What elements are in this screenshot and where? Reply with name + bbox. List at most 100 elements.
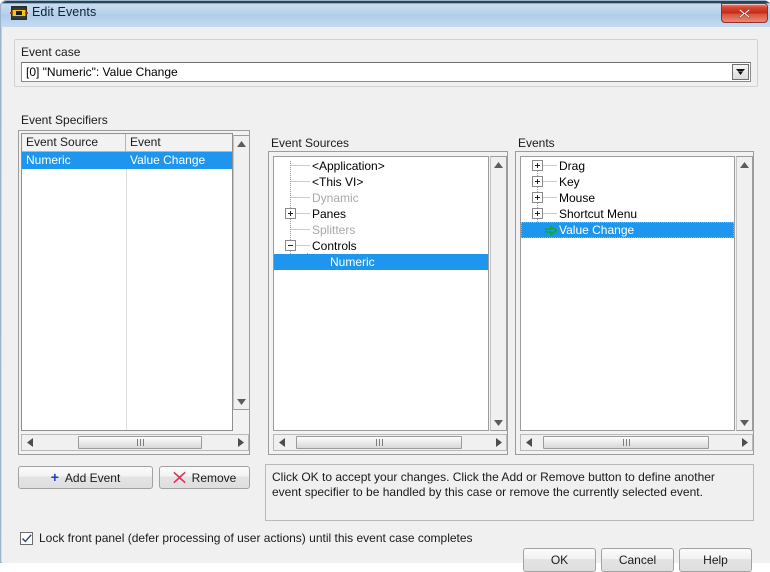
cell-event: Value Change [130,153,206,167]
event-sources-tree[interactable]: <Application> <This VI> Dynamic Panes Sp… [273,156,489,431]
scroll-thumb[interactable] [543,436,709,449]
tree-node-label: <This VI> [312,175,364,189]
events-vertical-scrollbar[interactable] [736,156,753,431]
triangle-left-icon [278,438,285,447]
triangle-right-icon [741,438,748,447]
dialog-body: Event case [0] "Numeric": Value Change E… [2,27,770,572]
cancel-button[interactable]: Cancel [601,548,674,572]
event-sources-vertical-scrollbar[interactable] [490,156,507,431]
tree-node-label: Mouse [559,191,596,205]
help-button[interactable]: Help [679,548,752,572]
tree-node-label: Splitters [312,223,356,237]
triangle-down-icon [237,398,246,405]
tree-node-splitters[interactable]: Splitters [274,222,488,238]
tree-node-key[interactable]: Key [521,174,734,190]
scroll-down-arrow[interactable] [234,394,249,409]
scroll-thumb[interactable] [78,436,202,449]
cell-event-source: Numeric [22,152,126,169]
scroll-down-arrow[interactable] [491,415,506,430]
scroll-right-arrow[interactable] [737,435,752,450]
event-case-combobox[interactable]: [0] "Numeric": Value Change [21,62,751,82]
event-sources-label: Event Sources [271,136,350,150]
remove-button[interactable]: Remove [159,466,250,489]
triangle-left-icon [26,438,33,447]
hint-text: Click OK to accept your changes. Click t… [265,464,754,521]
cancel-button-label: Cancel [618,553,657,567]
plus-icon: + [50,469,59,485]
labview-vi-icon [10,5,28,21]
triangle-left-icon [525,438,532,447]
tree-node-label: Drag [559,159,586,173]
event-case-value: [0] "Numeric": Value Change [26,65,178,79]
event-case-dropdown-button[interactable] [732,64,749,80]
chevron-down-icon [736,69,745,75]
tree-node-controls[interactable]: Controls [274,238,488,254]
event-sources-panel: <Application> <This VI> Dynamic Panes Sp… [268,151,508,455]
ok-button[interactable]: OK [523,548,596,572]
events-horizontal-scrollbar[interactable] [520,434,753,451]
tree-node-panes[interactable]: Panes [274,206,488,222]
title-bar[interactable]: Edit Events [1,1,770,27]
tree-node-label: Dynamic [312,191,359,205]
help-button-label: Help [703,553,728,567]
tree-node-label: Value Change [559,223,635,237]
scroll-thumb[interactable] [296,436,462,449]
scroll-left-arrow[interactable] [22,435,37,450]
triangle-down-icon [494,419,503,426]
scroll-grip-icon [622,439,630,446]
event-sources-node-list: <Application> <This VI> Dynamic Panes Sp… [274,158,488,270]
green-arrow-icon [544,224,558,240]
scroll-left-arrow[interactable] [274,435,289,450]
event-case-label: Event case [21,45,81,59]
tree-node-label: Key [559,175,580,189]
event-sources-horizontal-scrollbar[interactable] [273,434,507,451]
close-icon [738,8,751,18]
tree-node-label: Controls [312,239,357,253]
tree-node-this-vi[interactable]: <This VI> [274,174,488,190]
lock-front-panel-row[interactable]: Lock front panel (defer processing of us… [20,531,473,545]
checkmark-icon [21,533,32,543]
tree-node-drag[interactable]: Drag [521,158,734,174]
triangle-right-icon [237,438,244,447]
triangle-up-icon [740,161,749,168]
add-event-button[interactable]: + Add Event [18,466,153,489]
event-specifiers-panel: Event Source Event Numeric Value Change [18,130,250,455]
scroll-grip-icon [375,439,383,446]
edit-events-dialog-window: Edit Events Event case [0] "Numeric": Va… [0,0,770,572]
scroll-right-arrow[interactable] [491,435,506,450]
scroll-down-arrow[interactable] [737,415,752,430]
scroll-up-arrow[interactable] [737,157,752,172]
tree-node-mouse[interactable]: Mouse [521,190,734,206]
triangle-up-icon [494,161,503,168]
scroll-left-arrow[interactable] [521,435,536,450]
table-body: Numeric Value Change [22,152,232,430]
table-row[interactable]: Numeric Value Change [22,152,232,169]
tree-node-label: <Application> [312,159,385,173]
triangle-down-icon [740,419,749,426]
events-tree[interactable]: Drag Key Mouse Shortcut Menu Value Chang… [520,156,735,431]
close-button[interactable] [721,3,768,23]
tree-node-dynamic[interactable]: Dynamic [274,190,488,206]
tree-node-value-change[interactable]: Value Change [521,222,734,238]
specifiers-vertical-scrollbar[interactable] [233,135,250,410]
table-header-row: Event Source Event [22,134,232,152]
lock-front-panel-label: Lock front panel (defer processing of us… [39,531,473,545]
tree-node-application[interactable]: <Application> [274,158,488,174]
events-node-list: Drag Key Mouse Shortcut Menu Value Chang… [521,158,734,238]
tree-node-numeric[interactable]: Numeric [274,254,488,270]
column-header-event-source: Event Source [22,134,126,151]
tree-node-shortcut-menu[interactable]: Shortcut Menu [521,206,734,222]
red-x-icon [173,471,186,484]
add-event-button-label: Add Event [64,470,121,485]
lock-front-panel-checkbox[interactable] [20,531,33,545]
events-panel: Drag Key Mouse Shortcut Menu Value Chang… [515,151,754,455]
scroll-up-arrow[interactable] [234,136,249,151]
event-specifiers-label: Event Specifiers [21,113,108,127]
specifiers-horizontal-scrollbar[interactable] [21,434,249,451]
remove-button-label: Remove [191,470,237,485]
column-header-event: Event [130,135,161,149]
event-specifiers-table[interactable]: Event Source Event Numeric Value Change [21,133,233,431]
triangle-right-icon [495,438,502,447]
scroll-up-arrow[interactable] [491,157,506,172]
scroll-right-arrow[interactable] [233,435,248,450]
